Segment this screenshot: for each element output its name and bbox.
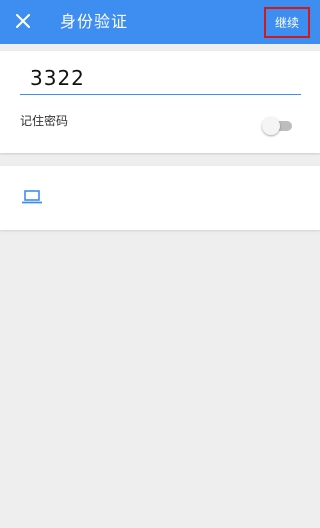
close-icon — [16, 14, 30, 28]
close-button[interactable] — [12, 10, 34, 32]
continue-button[interactable]: 继续 — [264, 7, 310, 38]
remember-password-toggle[interactable] — [262, 117, 292, 135]
remember-password-label: 记住密码 — [20, 114, 69, 128]
laptop-icon — [22, 190, 42, 204]
page-title: 身份验证 — [60, 12, 129, 31]
top-app-bar: 身份验证 继续 — [0, 0, 320, 44]
password-value: 3322 — [30, 65, 85, 90]
device-card[interactable] — [0, 166, 320, 230]
identity-verification-screen: 身份验证 继续 3322 记住密码 — [0, 0, 320, 528]
toggle-thumb — [262, 117, 280, 135]
password-input[interactable]: 3322 — [20, 61, 301, 95]
password-card: 3322 记住密码 — [0, 51, 320, 153]
